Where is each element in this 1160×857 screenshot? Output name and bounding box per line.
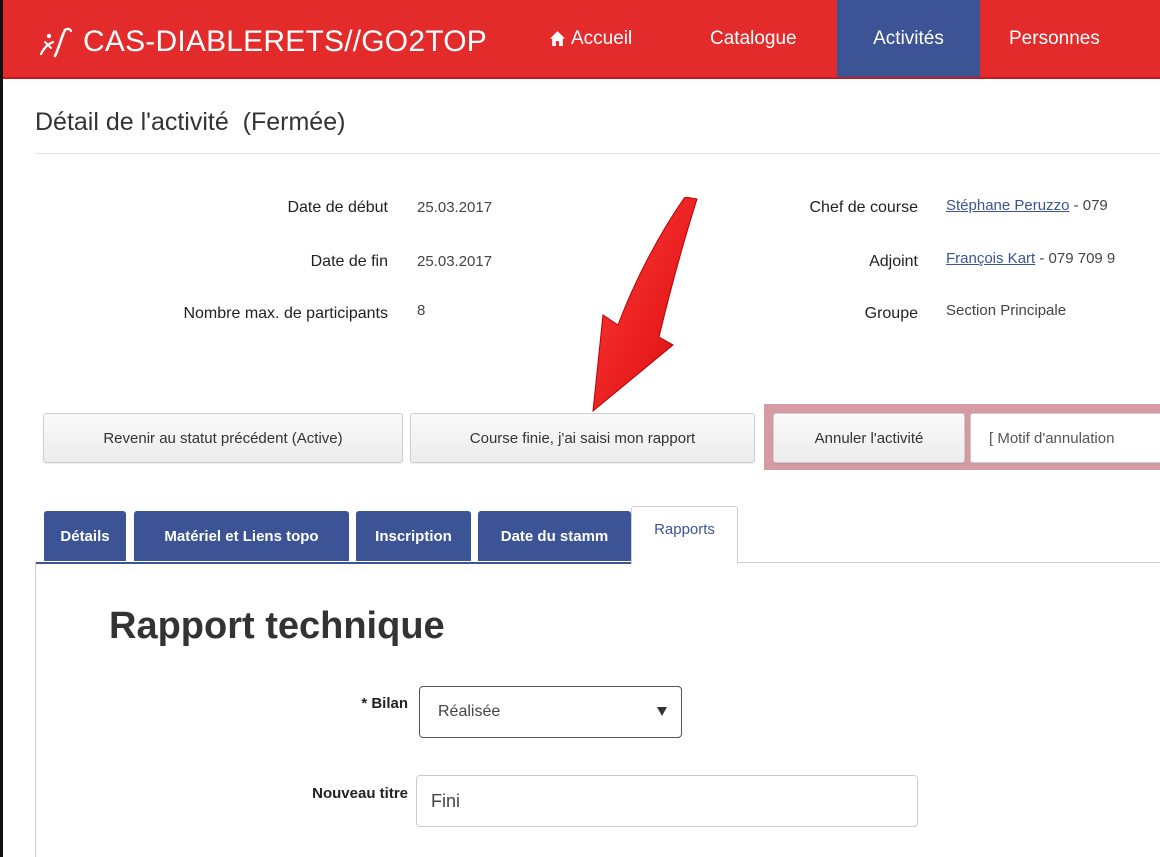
cancel-reason-input[interactable]: [ Motif d'annulation [970,413,1160,463]
nav-item-label: Activités [873,27,944,49]
leader-phone: - 079 [1069,197,1108,214]
course-done-button[interactable]: Course finie, j'ai saisi mon rapport [410,413,755,463]
climber-icon [39,27,73,58]
nav-item-activites[interactable]: Activités [837,0,980,77]
assistant-phone: - 079 709 9 [1035,250,1116,267]
report-title: Rapport technique [109,605,445,647]
tabs-divider-right [738,562,1160,563]
nav-item-personnes[interactable]: Personnes [993,0,1116,77]
bilan-select[interactable]: Réalisée [419,686,682,738]
nav-item-catalogue[interactable]: Catalogue [694,0,813,77]
new-title-input[interactable]: Fini [416,775,918,827]
tab-inscription[interactable]: Inscription [356,511,471,561]
nav-item-label: Personnes [1009,27,1100,49]
nav-item-accueil[interactable]: Accueil [533,0,648,77]
assistant-label: Adjoint [869,253,918,270]
nav-item-label: Accueil [571,27,633,49]
max-participants-label: Nombre max. de participants [183,305,388,322]
annotation-arrow [592,197,698,413]
leader-label: Chef de course [809,199,918,216]
tab-materiel[interactable]: Matériel et Liens topo [134,511,349,561]
tabs-divider [35,562,631,564]
home-icon [550,31,565,46]
brand[interactable]: CAS-DIABLERETS//GO2TOP [35,22,487,62]
page-title: Détail de l'activité (Fermée) [35,108,346,136]
nav-item-label: Catalogue [710,27,797,49]
new-title-label: Nouveau titre [312,785,408,802]
tab-stamm[interactable]: Date du stamm [478,511,631,561]
brand-name: CAS-DIABLERETS//GO2TOP [83,25,487,58]
cancel-activity-button[interactable]: Annuler l'activité [773,413,965,463]
top-navbar: CAS-DIABLERETS//GO2TOP Accueil Catalogue… [3,0,1160,79]
assistant-link[interactable]: François Kart [946,250,1035,267]
end-date-value: 25.03.2017 [417,253,493,270]
tab-details[interactable]: Détails [44,511,126,561]
tab-rapports[interactable]: Rapports [631,506,738,564]
group-label: Groupe [864,305,918,322]
caret-down-icon [657,707,667,716]
previous-status-button[interactable]: Revenir au statut précédent (Active) [43,413,403,463]
leader-link[interactable]: Stéphane Peruzzo [946,197,1069,214]
end-date-label: Date de fin [310,253,388,270]
assistant-value: François Kart - 079 709 9 [946,250,1115,267]
group-value: Section Principale [946,302,1067,319]
start-date-label: Date de début [287,199,388,216]
start-date-value: 25.03.2017 [417,199,493,216]
title-divider [35,153,1160,154]
leader-value: Stéphane Peruzzo - 079 [946,197,1108,214]
max-participants-value: 8 [417,302,426,319]
panel-border [35,562,36,857]
bilan-label: * Bilan [361,695,408,712]
bilan-selected-value: Réalisée [438,703,501,720]
